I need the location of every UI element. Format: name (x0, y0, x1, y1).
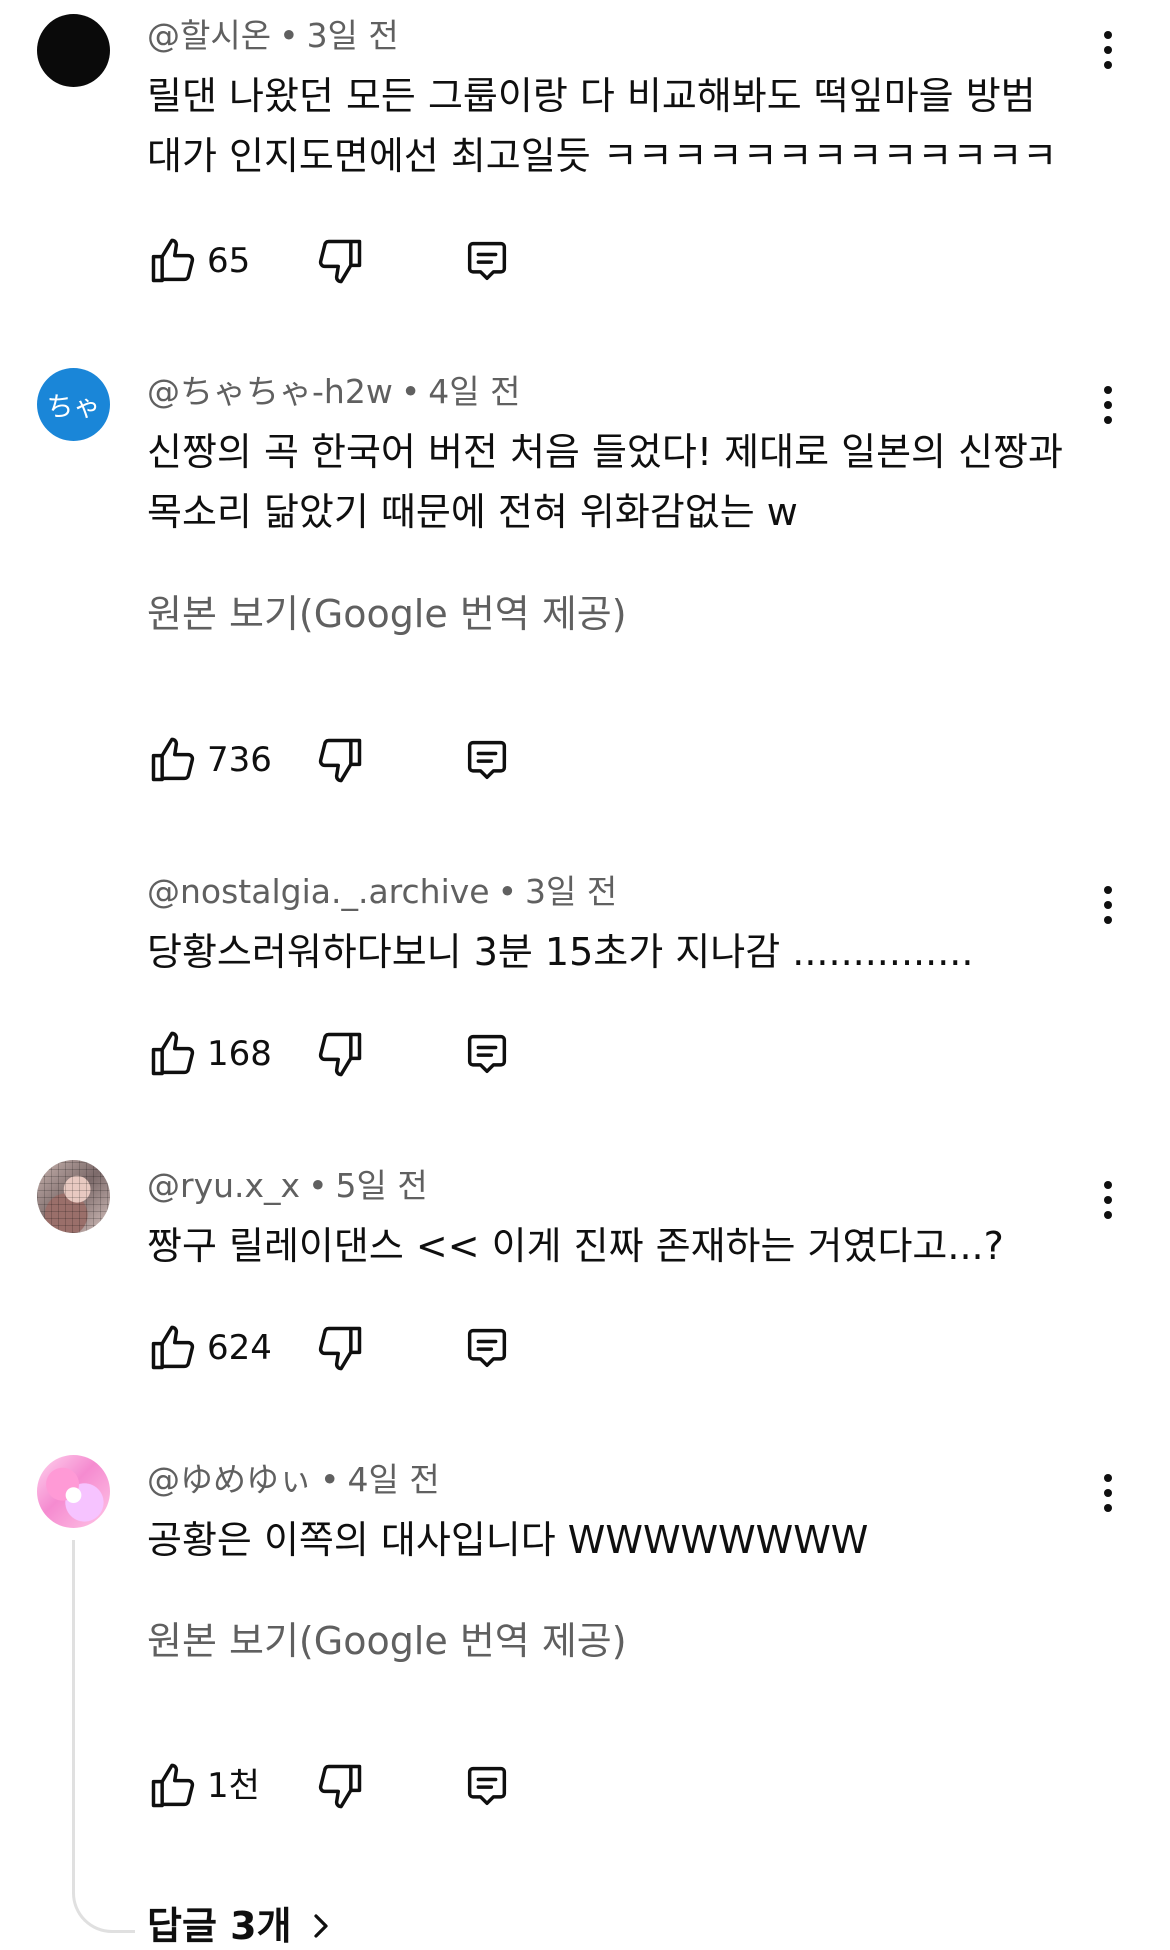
view-replies-button[interactable]: 답글 3개 (147, 1902, 336, 1950)
author-name[interactable]: @ゆめゆぃ (147, 1460, 312, 1499)
comment-time: 4일 전 (347, 1460, 440, 1499)
comment-text: 당황스러워하다보니 3분 15초가 지나감 ............... (147, 922, 1107, 982)
chevron-right-icon (313, 1914, 328, 1938)
avatar[interactable] (37, 14, 110, 87)
comment-line: 짱구 릴레이댄스 << 이게 진짜 존재하는 거였다고...? (147, 1224, 1004, 1268)
like-count: 624 (207, 1328, 272, 1368)
comment-actions: 168 (147, 1028, 547, 1084)
comment-meta: @ちゃちゃ-h2w • 4일 전 (147, 372, 521, 412)
thumbs-down-icon[interactable] (314, 235, 366, 287)
comment-line: 릴댄 나왔던 모든 그룹이랑 다 비교해봐도 떡잎마을 방범 (147, 74, 1036, 118)
like-count: 168 (207, 1034, 272, 1074)
author-name[interactable]: @ryu.x_x (147, 1166, 300, 1205)
author-name[interactable]: @할시온 (147, 16, 271, 55)
see-original-link[interactable]: 원본 보기(Google 번역 제공) (147, 590, 627, 638)
comment-time: 3일 전 (306, 16, 399, 55)
separator-dot: • (308, 1166, 328, 1205)
comment-meta: @할시온 • 3일 전 (147, 16, 399, 56)
like-count: 736 (207, 740, 272, 780)
author-name[interactable]: @ちゃちゃ-h2w (147, 372, 393, 411)
see-original-link[interactable]: 원본 보기(Google 번역 제공) (147, 1617, 627, 1665)
thumbs-up-icon[interactable] (147, 1322, 199, 1374)
avatar[interactable] (37, 1455, 110, 1528)
separator-dot: • (320, 1460, 340, 1499)
thumbs-up-icon[interactable] (147, 235, 199, 287)
like-count: 65 (207, 241, 251, 281)
thread-line (72, 1540, 135, 1933)
comment-actions: 1천 (147, 1760, 547, 1816)
avatar[interactable] (37, 1160, 110, 1233)
reply-comment-icon[interactable] (461, 1322, 513, 1374)
thumbs-down-icon[interactable] (314, 1760, 366, 1812)
comment-meta: @ゆめゆぃ • 4일 전 (147, 1460, 440, 1500)
comment-text: 릴댄 나왔던 모든 그룹이랑 다 비교해봐도 떡잎마을 방범 대가 인지도면에선… (147, 66, 1107, 186)
comment-line: 신짱의 곡 한국어 버전 처음 들었다! 제대로 일본의 신짱과 (147, 430, 1063, 474)
comment-meta: @ryu.x_x • 5일 전 (147, 1166, 428, 1206)
reply-comment-icon[interactable] (461, 1028, 513, 1080)
reply-comment-icon[interactable] (461, 734, 513, 786)
author-name[interactable]: @nostalgia._.archive (147, 872, 490, 911)
comment-text: 신짱의 곡 한국어 버전 처음 들었다! 제대로 일본의 신짱과 목소리 닮았기… (147, 422, 1107, 542)
reply-comment-icon[interactable] (461, 1760, 513, 1812)
thumbs-down-icon[interactable] (314, 1028, 366, 1080)
thumbs-up-icon[interactable] (147, 1028, 199, 1080)
separator-dot: • (279, 16, 299, 55)
comment-text: 공황은 이쪽의 대사입니다 WWWWWWWW (147, 1510, 1107, 1570)
thumbs-up-icon[interactable] (147, 734, 199, 786)
comment-text: 짱구 릴레이댄스 << 이게 진짜 존재하는 거였다고...? (147, 1216, 1107, 1276)
separator-dot: • (497, 872, 518, 911)
comment-meta: @nostalgia._.archive • 3일 전 (147, 872, 617, 912)
reply-comment-icon[interactable] (461, 235, 513, 287)
comment-actions: 624 (147, 1322, 547, 1378)
thumbs-up-icon[interactable] (147, 1760, 199, 1812)
comment-line: 당황스러워하다보니 3분 15초가 지나감 ............... (147, 930, 974, 974)
comment-line: 목소리 닮았기 때문에 전혀 위화감없는 w (147, 490, 798, 534)
separator-dot: • (400, 372, 421, 411)
comment-time: 3일 전 (525, 872, 618, 911)
comment-time: 5일 전 (335, 1166, 428, 1205)
comment-line: 공황은 이쪽의 대사입니다 WWWWWWWW (147, 1518, 869, 1562)
replies-label: 답글 3개 (147, 1904, 292, 1948)
comment-actions: 736 (147, 734, 547, 790)
comment-actions: 65 (147, 235, 547, 291)
comment-line: 대가 인지도면에선 최고일듯 ㅋㅋㅋㅋㅋㅋㅋㅋㅋㅋㅋㅋㅋ (147, 134, 1058, 178)
avatar[interactable]: ちゃ (37, 368, 110, 441)
thumbs-down-icon[interactable] (314, 1322, 366, 1374)
comment-time: 4일 전 (428, 372, 521, 411)
thumbs-down-icon[interactable] (314, 734, 366, 786)
like-count: 1천 (207, 1766, 260, 1806)
